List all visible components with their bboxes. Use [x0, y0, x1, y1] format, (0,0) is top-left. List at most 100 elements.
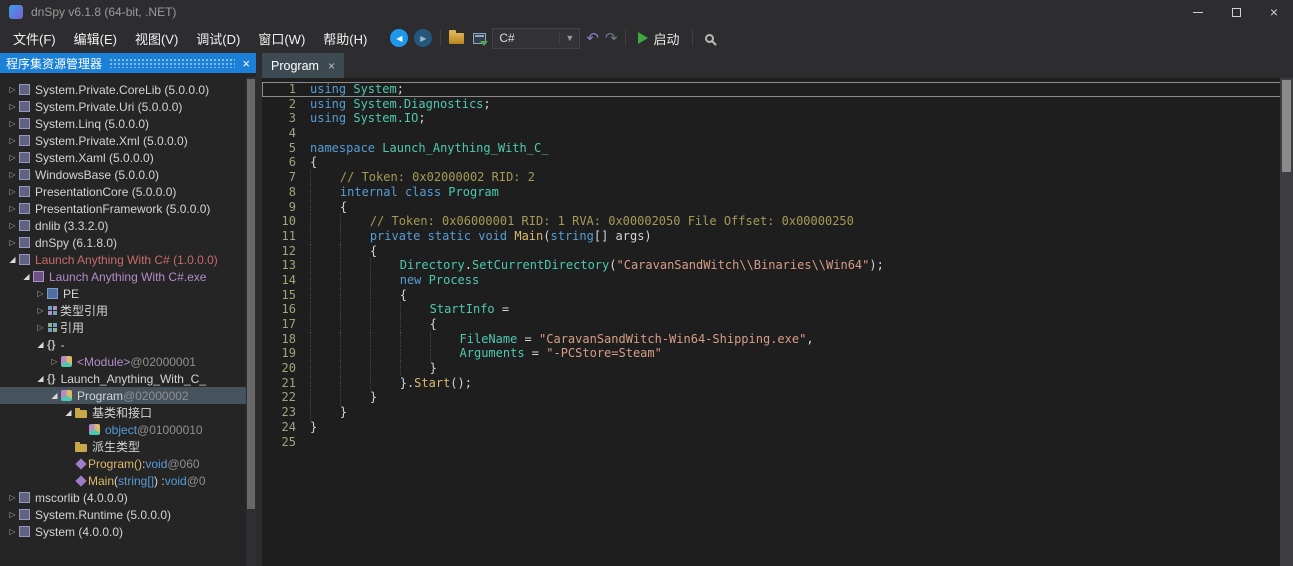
menu-item-view[interactable]: 视图(V) — [126, 25, 187, 52]
expander-expanded-icon[interactable]: ◢ — [34, 340, 47, 349]
expander-collapsed-icon[interactable]: ▷ — [6, 527, 19, 536]
expander-expanded-icon[interactable]: ◢ — [34, 374, 47, 383]
minimize-button[interactable] — [1179, 0, 1217, 24]
code-line[interactable]: 14 new Process — [262, 273, 1293, 288]
open-from-gac-button[interactable] — [473, 33, 486, 44]
code-line[interactable]: 19 Arguments = "-PCStore=Steam" — [262, 346, 1293, 361]
code-line[interactable]: 2using System.Diagnostics; — [262, 97, 1293, 112]
back-button[interactable]: ◀ — [390, 29, 408, 47]
start-button[interactable]: 启动 — [634, 27, 683, 50]
tab-program[interactable]: Program × — [262, 53, 344, 78]
code-line[interactable]: 7 // Token: 0x02000002 RID: 2 — [262, 170, 1293, 185]
expander-collapsed-icon[interactable]: ▷ — [48, 357, 61, 366]
editor-scrollbar-thumb[interactable] — [1282, 80, 1291, 172]
tree-item[interactable]: object @01000010 — [0, 421, 246, 438]
search-button[interactable] — [701, 30, 722, 47]
code-line[interactable]: 21 }.Start(); — [262, 376, 1293, 391]
tree-item[interactable]: ◢Launch_Anything_With_C_ — [0, 370, 246, 387]
tree-item[interactable]: ◢Launch Anything With C# (1.0.0.0) — [0, 251, 246, 268]
tree-item[interactable]: ▷<Module> @02000001 — [0, 353, 246, 370]
code-line[interactable]: 22 } — [262, 390, 1293, 405]
expander-collapsed-icon[interactable]: ▷ — [6, 136, 19, 145]
tree-item[interactable]: ◢基类和接口 — [0, 404, 246, 421]
expander-expanded-icon[interactable]: ◢ — [62, 408, 75, 417]
code-editor[interactable]: 1using System;2using System.Diagnostics;… — [262, 78, 1293, 566]
redo-button[interactable]: ↷ — [605, 31, 618, 46]
undo-button[interactable]: ↶ — [586, 31, 599, 46]
menu-item-edit[interactable]: 编辑(E) — [65, 25, 126, 52]
editor-scrollbar[interactable] — [1280, 78, 1293, 566]
code-line[interactable]: 24} — [262, 420, 1293, 435]
menu-item-help[interactable]: 帮助(H) — [314, 25, 376, 52]
language-combo[interactable]: C# ▼ — [492, 28, 580, 49]
code-line[interactable]: 5namespace Launch_Anything_With_C_ — [262, 141, 1293, 156]
panel-header[interactable]: 程序集资源管理器 × — [0, 53, 256, 73]
tree-item[interactable]: 派生类型 — [0, 438, 246, 455]
tree-item[interactable]: ▷System.Private.Uri (5.0.0.0) — [0, 98, 246, 115]
expander-collapsed-icon[interactable]: ▷ — [6, 102, 19, 111]
code-line[interactable]: 6{ — [262, 155, 1293, 170]
code-line[interactable]: 10 // Token: 0x06000001 RID: 1 RVA: 0x00… — [262, 214, 1293, 229]
code-line[interactable]: 23 } — [262, 405, 1293, 420]
expander-collapsed-icon[interactable]: ▷ — [34, 323, 47, 332]
tree-item[interactable]: ▷dnlib (3.3.2.0) — [0, 217, 246, 234]
code-line[interactable]: 13 Directory.SetCurrentDirectory("Carava… — [262, 258, 1293, 273]
code-line[interactable]: 12 { — [262, 244, 1293, 259]
menu-item-debug[interactable]: 调试(D) — [187, 25, 249, 52]
code-line[interactable]: 1using System; — [262, 82, 1293, 97]
expander-collapsed-icon[interactable]: ▷ — [6, 187, 19, 196]
code-line[interactable]: 16 StartInfo = — [262, 302, 1293, 317]
tab-close-icon[interactable]: × — [328, 60, 335, 72]
open-file-button[interactable] — [449, 33, 464, 44]
code-line[interactable]: 3using System.IO; — [262, 111, 1293, 126]
expander-collapsed-icon[interactable]: ▷ — [6, 153, 19, 162]
code-line[interactable]: 15 { — [262, 288, 1293, 303]
tree-item[interactable]: ▷System (4.0.0.0) — [0, 523, 246, 540]
tree-item[interactable]: ▷PresentationFramework (5.0.0.0) — [0, 200, 246, 217]
expander-collapsed-icon[interactable]: ▷ — [6, 204, 19, 213]
expander-collapsed-icon[interactable]: ▷ — [6, 170, 19, 179]
close-button[interactable]: × — [1255, 0, 1293, 24]
expander-collapsed-icon[interactable]: ▷ — [6, 238, 19, 247]
tree-item[interactable]: ▷System.Private.Xml (5.0.0.0) — [0, 132, 246, 149]
tree-item[interactable]: ▷System.Private.CoreLib (5.0.0.0) — [0, 81, 246, 98]
tree-item[interactable]: ▷类型引用 — [0, 302, 246, 319]
tree-item[interactable]: ▷PresentationCore (5.0.0.0) — [0, 183, 246, 200]
tree-item[interactable]: ▷PE — [0, 285, 246, 302]
maximize-button[interactable] — [1217, 0, 1255, 24]
menu-item-file[interactable]: 文件(F) — [4, 25, 65, 52]
expander-collapsed-icon[interactable]: ▷ — [6, 221, 19, 230]
tree-item[interactable]: ▷System.Linq (5.0.0.0) — [0, 115, 246, 132]
expander-expanded-icon[interactable]: ◢ — [48, 391, 61, 400]
expander-expanded-icon[interactable]: ◢ — [20, 272, 33, 281]
expander-collapsed-icon[interactable]: ▷ — [34, 306, 47, 315]
forward-button[interactable]: ▶ — [414, 29, 432, 47]
code-line[interactable]: 9 { — [262, 200, 1293, 215]
code-line[interactable]: 11 private static void Main(string[] arg… — [262, 229, 1293, 244]
sidebar-scrollbar-thumb[interactable] — [247, 79, 255, 509]
tree-item[interactable]: ▷System.Runtime (5.0.0.0) — [0, 506, 246, 523]
expander-collapsed-icon[interactable]: ▷ — [6, 510, 19, 519]
code-line[interactable]: 25 — [262, 435, 1293, 450]
code-line[interactable]: 4 — [262, 126, 1293, 141]
expander-collapsed-icon[interactable]: ▷ — [6, 119, 19, 128]
expander-collapsed-icon[interactable]: ▷ — [34, 289, 47, 298]
panel-close-icon[interactable]: × — [242, 57, 250, 70]
tree-item[interactable]: ▷mscorlib (4.0.0.0) — [0, 489, 246, 506]
expander-collapsed-icon[interactable]: ▷ — [6, 493, 19, 502]
tree-item[interactable]: Program() : void @060 — [0, 455, 246, 472]
expander-expanded-icon[interactable]: ◢ — [6, 255, 19, 264]
menu-item-window[interactable]: 窗口(W) — [249, 25, 314, 52]
expander-collapsed-icon[interactable]: ▷ — [6, 85, 19, 94]
code-line[interactable]: 17 { — [262, 317, 1293, 332]
sidebar-scrollbar[interactable] — [246, 77, 256, 566]
tree-item[interactable]: ▷System.Xaml (5.0.0.0) — [0, 149, 246, 166]
tree-item[interactable]: ▷WindowsBase (5.0.0.0) — [0, 166, 246, 183]
tree-item[interactable]: ◢Program @02000002 — [0, 387, 246, 404]
tree-item[interactable]: ◢- — [0, 336, 246, 353]
tree-item[interactable]: ▷引用 — [0, 319, 246, 336]
code-line[interactable]: 20 } — [262, 361, 1293, 376]
code-line[interactable]: 18 FileName = "CaravanSandWitch-Win64-Sh… — [262, 332, 1293, 347]
tree-item[interactable]: ◢Launch Anything With C#.exe — [0, 268, 246, 285]
code-line[interactable]: 8 internal class Program — [262, 185, 1293, 200]
